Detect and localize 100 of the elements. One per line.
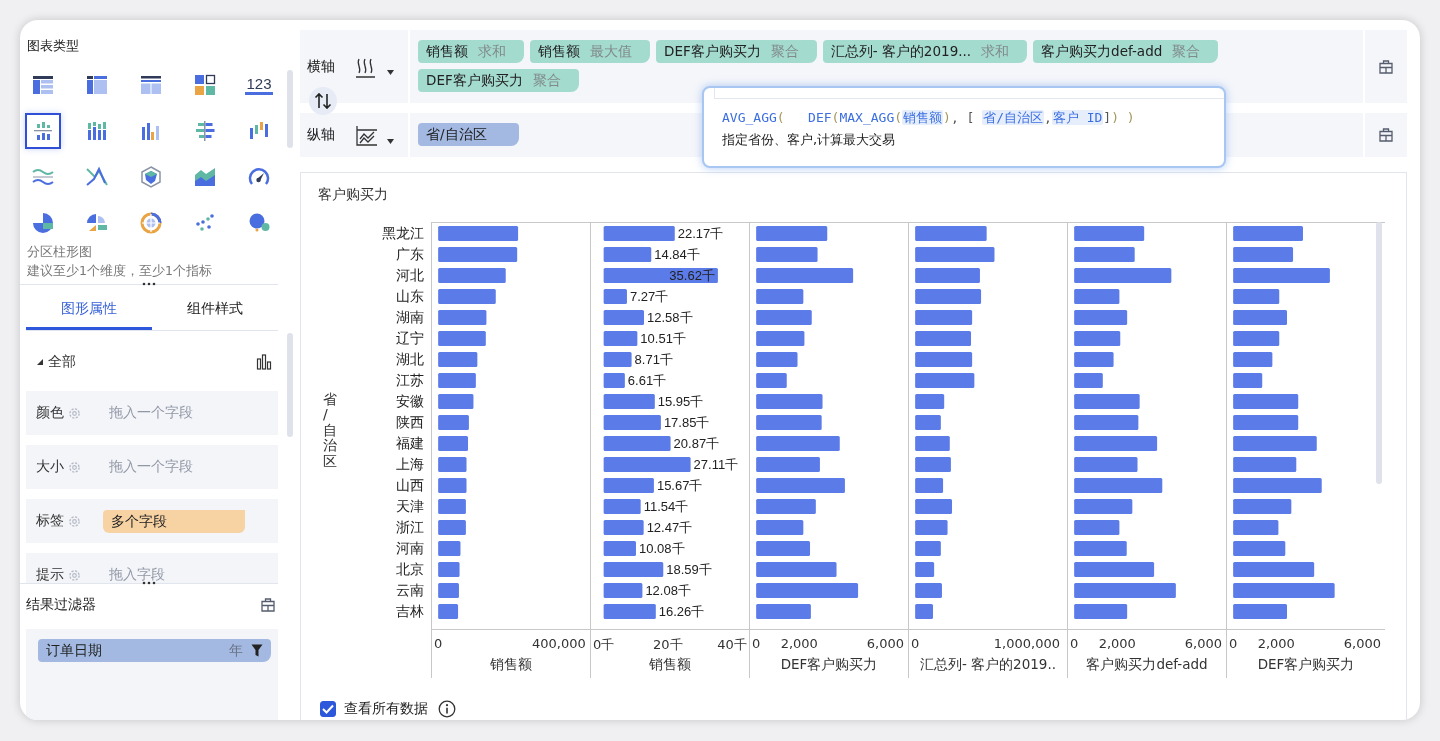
bar xyxy=(603,247,652,262)
bar xyxy=(915,583,942,598)
bar xyxy=(1074,310,1128,325)
field-pill[interactable]: 销售额 最大值 xyxy=(530,40,650,63)
bar-value-label: 12.58千 xyxy=(647,310,693,325)
bar xyxy=(1074,415,1139,430)
tab[interactable]: 组件样式 xyxy=(152,290,278,330)
toolbox-icon[interactable] xyxy=(1378,58,1394,75)
filter-pill[interactable]: 订单日期 年 xyxy=(38,639,271,662)
bar xyxy=(756,226,828,241)
caret-icon[interactable] xyxy=(387,70,394,75)
category-label: 浙江 xyxy=(395,518,424,537)
chart-type-option[interactable] xyxy=(25,113,61,149)
drag-handle-icon[interactable] xyxy=(142,282,156,286)
triangle-icon[interactable] xyxy=(36,358,44,366)
drag-handle-icon[interactable] xyxy=(142,581,156,585)
bar-value-label: 35.62千 xyxy=(669,268,715,283)
bar xyxy=(1074,541,1127,556)
tick-label: 0 xyxy=(752,636,761,651)
caret-icon[interactable] xyxy=(387,138,394,144)
shelf-label: 纵轴 xyxy=(307,126,336,144)
property-row[interactable]: 标签 多个字段 xyxy=(26,499,278,543)
bar xyxy=(1233,373,1263,388)
bar xyxy=(1233,331,1280,346)
category-label: 河南 xyxy=(395,539,424,558)
field-pill[interactable]: 客户购买力def-add 聚合 xyxy=(1033,40,1219,63)
bar xyxy=(756,289,804,304)
bar xyxy=(1233,394,1299,409)
toolbox-icon[interactable] xyxy=(1378,127,1394,143)
aggregation-label: 聚合 xyxy=(770,42,799,61)
bar-chart-icon[interactable] xyxy=(256,354,272,370)
bar xyxy=(438,394,474,409)
tick-label: 0 xyxy=(1229,636,1238,651)
property-label: 提示 xyxy=(36,566,64,583)
tick-label: 0 xyxy=(911,636,920,651)
line-chart-icon[interactable] xyxy=(355,124,377,146)
bar xyxy=(1233,520,1279,535)
field-name: 销售额 xyxy=(426,42,468,61)
bar xyxy=(603,289,627,304)
formula-code: AVG_AGG( DEF(MAX_AGG(销售额), [ 省/自治区,客户 ID]) ) xyxy=(722,109,1136,127)
category-label: 广东 xyxy=(395,245,424,264)
tick-label: 1,000,000 xyxy=(993,636,1060,651)
bar xyxy=(1233,457,1297,472)
tab[interactable]: 图形属性 xyxy=(26,290,152,330)
category-label: 山西 xyxy=(395,476,424,495)
info-icon[interactable] xyxy=(438,700,456,718)
scrollbar[interactable] xyxy=(287,333,293,437)
bar xyxy=(1074,499,1133,514)
bar xyxy=(1233,289,1280,304)
bar-value-label: 8.71千 xyxy=(634,352,673,367)
bar xyxy=(915,226,987,241)
bar-value-label: 10.51千 xyxy=(640,331,686,346)
bar xyxy=(438,562,460,577)
bar xyxy=(438,604,459,619)
category-label: 吉林 xyxy=(395,602,424,621)
aggregation-label: 最大值 xyxy=(590,42,632,61)
granularity-label: 年 xyxy=(229,641,243,660)
bar xyxy=(438,352,478,367)
field-pill[interactable]: 多个字段 xyxy=(103,509,245,533)
bar-value-label: 15.67千 xyxy=(656,478,703,493)
bar xyxy=(1233,310,1287,325)
axis-title: 客户购买力def-add xyxy=(1085,656,1209,674)
field-pill[interactable]: 汇总列- 客户的2019... 求和 xyxy=(822,40,1028,63)
bar xyxy=(915,331,971,346)
funnel-icon[interactable] xyxy=(251,644,263,657)
scrollbar[interactable] xyxy=(287,70,293,148)
swap-arrows-icon[interactable] xyxy=(309,87,337,115)
bar xyxy=(915,478,944,493)
category-label: 天津 xyxy=(395,497,424,516)
field-pill[interactable]: 销售额 求和 xyxy=(418,40,524,63)
scrollbar[interactable] xyxy=(1376,222,1382,484)
bar xyxy=(915,352,973,367)
category-label: 上海 xyxy=(395,455,424,474)
property-row[interactable]: 提示 拖入字段 xyxy=(26,553,278,583)
bar xyxy=(603,394,655,409)
table-icon xyxy=(139,73,163,97)
comparison-bar-icon xyxy=(193,119,217,143)
bar xyxy=(915,562,935,577)
category-label: 北京 xyxy=(395,560,424,579)
category-label: 湖北 xyxy=(395,350,424,369)
category-label: 云南 xyxy=(395,581,424,600)
bar xyxy=(1074,394,1140,409)
bar xyxy=(438,457,467,472)
bar xyxy=(603,583,643,598)
bar xyxy=(438,478,467,493)
bar-value-label: 17.85千 xyxy=(663,415,710,430)
bar xyxy=(756,247,818,262)
bar xyxy=(915,604,933,619)
field-pill[interactable]: DEF客户购买力 聚合 xyxy=(656,40,817,63)
checkbox[interactable] xyxy=(320,701,336,717)
chart-type-option[interactable]: 123 xyxy=(241,67,277,103)
bar-value-label: 14.84千 xyxy=(654,247,700,262)
bar xyxy=(915,520,948,535)
toolbox-icon[interactable] xyxy=(260,597,276,613)
field-pill[interactable]: DEF客户购买力 聚合 xyxy=(418,69,579,92)
property-row[interactable]: 大小 拖入一个字段 xyxy=(26,445,278,489)
bar-value-label: 10.08千 xyxy=(639,541,685,556)
property-row[interactable]: 颜色 拖入一个字段 xyxy=(26,391,278,435)
drop-placeholder: 拖入一个字段 xyxy=(109,458,193,476)
field-pill[interactable]: 省/自治区 xyxy=(418,123,519,146)
